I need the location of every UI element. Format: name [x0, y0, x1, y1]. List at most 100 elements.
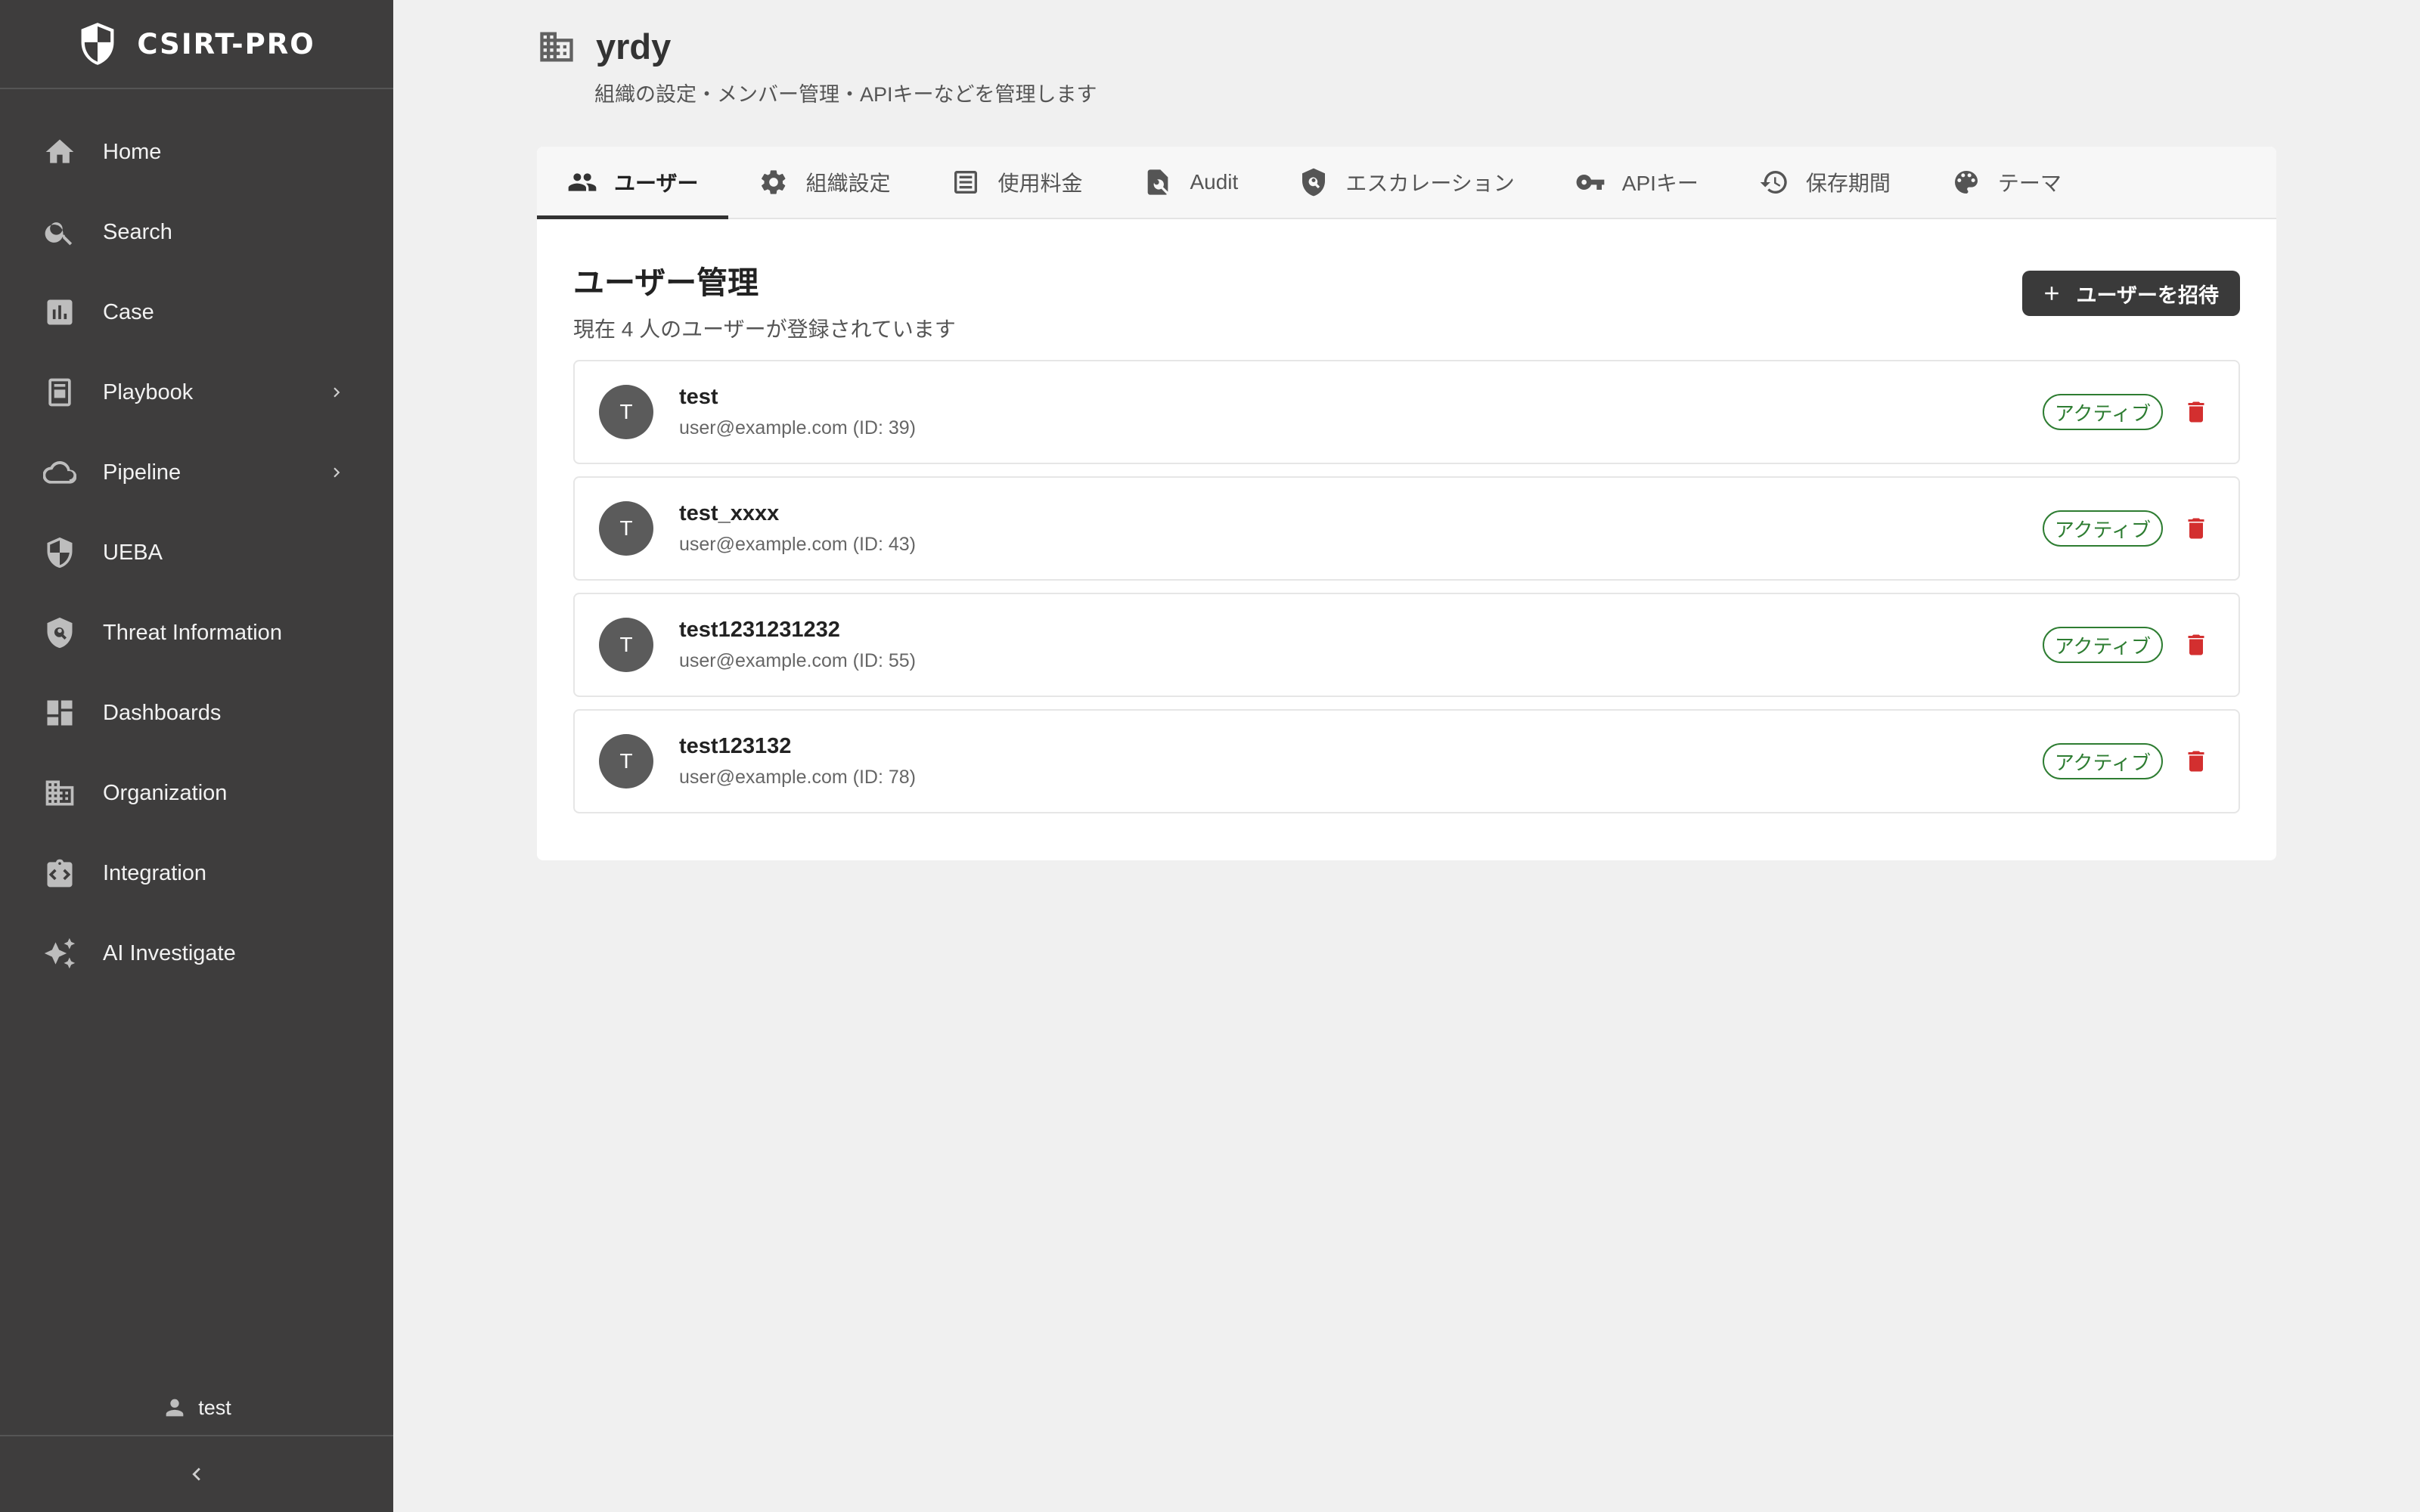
user-email: user@example.com (ID: 78)	[679, 767, 916, 788]
sidebar-item-label: UEBA	[103, 540, 163, 565]
sidebar-item-label: Search	[103, 219, 172, 244]
sidebar-nav: Home Search Case Playbook Pipeline UEBA …	[0, 112, 393, 993]
gear-icon	[762, 170, 786, 194]
sparkle-icon	[42, 936, 77, 971]
sidebar-item-label: Threat Information	[103, 620, 282, 645]
user-name: test	[679, 385, 718, 409]
sidebar-item-search[interactable]: Search	[0, 192, 393, 272]
sidebar-item-label: AI Investigate	[103, 940, 236, 965]
book-icon	[42, 375, 77, 410]
org-settings-card: ユーザー 組織設定 使用料金 Audit エスカレーション APIキー 保存期間…	[537, 147, 2276, 860]
building-icon	[42, 776, 77, 810]
avatar: T	[599, 385, 653, 439]
key-icon	[1576, 175, 1605, 191]
sidebar-item-playbook[interactable]: Playbook	[0, 352, 393, 432]
tab-api-keys[interactable]: APIキー	[1545, 147, 1729, 218]
shield-icon	[42, 535, 77, 570]
chevron-right-icon	[327, 383, 346, 402]
brand-name: CSIRT-PRO	[137, 27, 315, 60]
cloud-icon	[42, 455, 77, 490]
tab-org-settings[interactable]: 組織設定	[728, 147, 920, 218]
plus-icon	[2044, 287, 2059, 300]
sidebar-item-threat-information[interactable]: Threat Information	[0, 593, 393, 673]
tab-label: 使用料金	[997, 172, 1083, 195]
sidebar-item-home[interactable]: Home	[0, 112, 393, 192]
invite-user-button[interactable]: ユーザーを招待	[2021, 271, 2240, 316]
user-list-item: T test_xxxx user@example.com (ID: 43) アク…	[573, 476, 2240, 581]
user-name: test_xxxx	[679, 501, 780, 525]
page-title: yrdy	[596, 26, 672, 67]
sidebar-item-label: Integration	[103, 860, 207, 885]
chevron-right-icon	[327, 463, 346, 482]
tab-label: 組織設定	[805, 172, 891, 195]
search-icon	[42, 215, 77, 249]
sidebar-item-label: Pipeline	[103, 460, 182, 485]
user-list-item: T test123132 user@example.com (ID: 78) ア…	[573, 709, 2240, 813]
status-badge: アクティブ	[2042, 627, 2163, 663]
delete-user-button[interactable]	[2181, 397, 2211, 427]
sidebar-item-dashboards[interactable]: Dashboards	[0, 673, 393, 753]
shield-escalation-icon	[1302, 168, 1326, 197]
tab-billing[interactable]: 使用料金	[920, 147, 1112, 218]
status-badge: アクティブ	[2042, 394, 2163, 430]
delete-user-button[interactable]	[2181, 630, 2211, 660]
sidebar-item-pipeline[interactable]: Pipeline	[0, 432, 393, 513]
sidebar-item-label: Case	[103, 299, 154, 324]
current-user[interactable]: test	[0, 1385, 393, 1430]
org-header: yrdy 組織の設定・メンバー管理・APIキーなどを管理します	[537, 26, 1097, 107]
people-icon	[568, 173, 597, 191]
sidebar-item-label: Home	[103, 139, 162, 164]
tab-escalation[interactable]: エスカレーション	[1268, 147, 1544, 218]
user-list-item: T test1231231232 user@example.com (ID: 5…	[573, 593, 2240, 697]
tab-theme[interactable]: テーマ	[1921, 147, 2092, 218]
delete-user-button[interactable]	[2181, 746, 2211, 776]
sidebar-item-label: Playbook	[103, 380, 194, 404]
tab-retention[interactable]: 保存期間	[1729, 147, 1921, 218]
avatar: T	[599, 501, 653, 556]
user-email: user@example.com (ID: 55)	[679, 650, 916, 671]
page-description: 組織の設定・メンバー管理・APIキーなどを管理します	[594, 83, 1097, 106]
dashboard-icon	[42, 696, 77, 730]
user-name: test1231231232	[679, 618, 840, 642]
collapse-sidebar-button[interactable]	[0, 1435, 393, 1512]
user-email: user@example.com (ID: 39)	[679, 417, 916, 438]
building-icon	[540, 32, 573, 61]
tab-users[interactable]: ユーザー	[537, 147, 729, 219]
user-list-item: T test user@example.com (ID: 39) アクティブ	[573, 360, 2240, 464]
status-badge: アクティブ	[2042, 743, 2163, 779]
palette-icon	[1954, 171, 1978, 194]
tab-label: ユーザー	[614, 172, 699, 195]
delete-user-button[interactable]	[2181, 513, 2211, 544]
sidebar-item-integration[interactable]: Integration	[0, 833, 393, 913]
tab-audit[interactable]: Audit	[1112, 147, 1268, 218]
person-icon	[166, 1399, 184, 1417]
receipt-icon	[954, 171, 978, 194]
tab-label: Audit	[1190, 170, 1239, 194]
sidebar-item-label: Dashboards	[103, 700, 222, 725]
user-email: user@example.com (ID: 43)	[679, 534, 916, 555]
brand[interactable]: CSIRT-PRO	[0, 0, 393, 89]
audit-search-icon	[1148, 169, 1168, 195]
section-subtitle: 現在 4 人のユーザーが登録されています	[573, 318, 956, 341]
tab-label: テーマ	[1997, 172, 2062, 195]
sidebar-item-ueba[interactable]: UEBA	[0, 513, 393, 593]
sidebar-item-case[interactable]: Case	[0, 272, 393, 352]
tab-label: APIキー	[1621, 172, 1699, 195]
current-user-name: test	[198, 1396, 231, 1419]
chevron-left-icon	[192, 1467, 200, 1481]
status-badge: アクティブ	[2042, 510, 2163, 547]
history-icon	[1760, 170, 1787, 194]
tab-label: 保存期間	[1805, 172, 1891, 195]
sidebar-item-ai-investigate[interactable]: AI Investigate	[0, 913, 393, 993]
invite-user-label: ユーザーを招待	[2076, 284, 2219, 307]
trash-icon	[2188, 634, 2204, 655]
users-section-header: ユーザー管理 現在 4 人のユーザーが登録されています ユーザーを招待	[573, 257, 2240, 343]
shield-logo-icon	[81, 23, 114, 65]
user-list: T test user@example.com (ID: 39) アクティブ T…	[573, 360, 2240, 826]
tab-label: エスカレーション	[1345, 172, 1515, 195]
avatar: T	[599, 734, 653, 789]
sidebar-item-organization[interactable]: Organization	[0, 753, 393, 833]
bar-chart-icon	[42, 295, 77, 330]
avatar: T	[599, 618, 653, 672]
shield-search-icon	[42, 615, 77, 650]
